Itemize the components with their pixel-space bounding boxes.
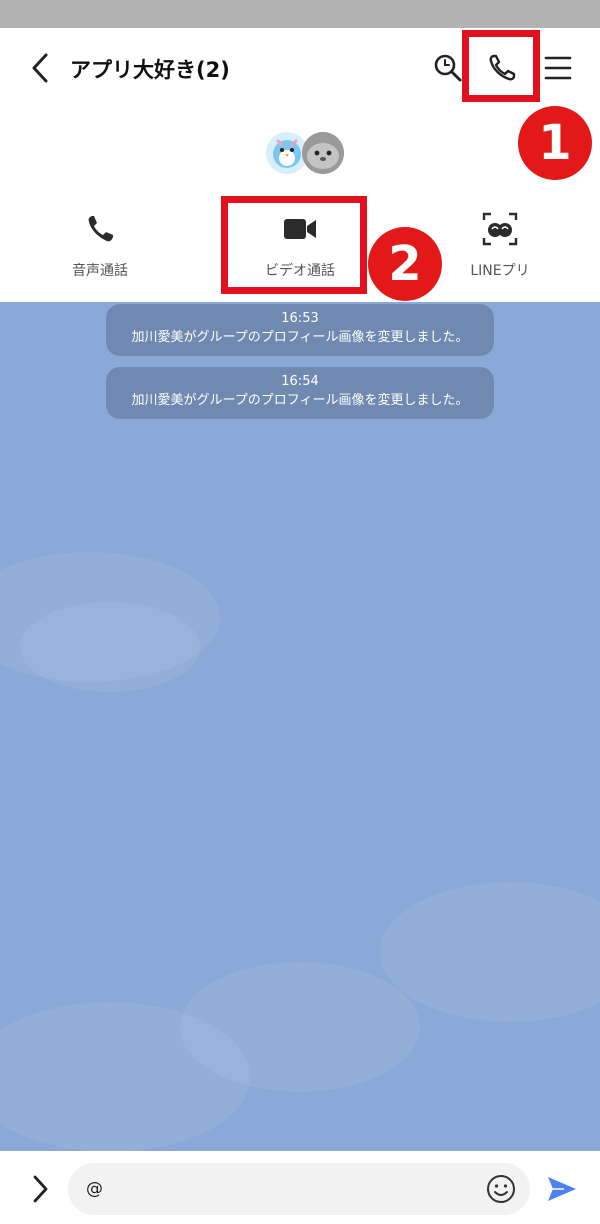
avatar-seal bbox=[302, 132, 344, 174]
message-text: 加川愛美がグループのプロフィール画像を変更しました。 bbox=[131, 330, 469, 345]
voice-call-option[interactable]: 音声通話 bbox=[30, 208, 170, 280]
line-puri-label: LINEプリ bbox=[470, 263, 530, 279]
background-cloud bbox=[180, 962, 420, 1092]
line-puri-option[interactable]: LINEプリ bbox=[430, 208, 570, 280]
send-button[interactable] bbox=[544, 1171, 580, 1207]
background-cloud bbox=[20, 602, 200, 692]
line-puri-icon bbox=[482, 212, 518, 246]
step-badge-1: 1 bbox=[518, 106, 592, 180]
back-button[interactable] bbox=[22, 50, 58, 86]
message-input-bar bbox=[0, 1151, 600, 1224]
message-input[interactable] bbox=[68, 1163, 530, 1215]
status-bar bbox=[0, 0, 600, 28]
highlight-video-call bbox=[221, 196, 367, 294]
system-message: 16:53 加川愛美がグループのプロフィール画像を変更しました。 bbox=[106, 304, 494, 356]
highlight-call-button bbox=[462, 30, 540, 102]
voice-call-label: 音声通話 bbox=[72, 263, 128, 279]
message-time: 16:54 bbox=[281, 374, 319, 389]
hamburger-menu-icon bbox=[544, 56, 572, 80]
group-avatars bbox=[266, 132, 346, 178]
system-message: 16:54 加川愛美がグループのプロフィール画像を変更しました。 bbox=[106, 367, 494, 419]
emoji-button[interactable] bbox=[485, 1173, 517, 1205]
chat-area[interactable]: 16:53 加川愛美がグループのプロフィール画像を変更しました。 16:54 加… bbox=[0, 302, 600, 1151]
search-icon bbox=[434, 54, 462, 82]
message-time: 16:53 bbox=[281, 311, 319, 326]
send-icon bbox=[548, 1177, 576, 1201]
menu-button[interactable] bbox=[538, 48, 578, 88]
step-badge-2: 2 bbox=[368, 227, 442, 301]
expand-button[interactable] bbox=[24, 1173, 56, 1205]
chat-title: アプリ大好き(2) bbox=[70, 58, 230, 82]
back-arrow-icon bbox=[32, 53, 48, 83]
message-text: 加川愛美がグループのプロフィール画像を変更しました。 bbox=[131, 393, 469, 408]
chevron-right-icon bbox=[33, 1175, 48, 1203]
emoji-icon bbox=[487, 1175, 515, 1203]
phone-icon bbox=[88, 216, 113, 242]
background-cloud bbox=[380, 882, 600, 1022]
